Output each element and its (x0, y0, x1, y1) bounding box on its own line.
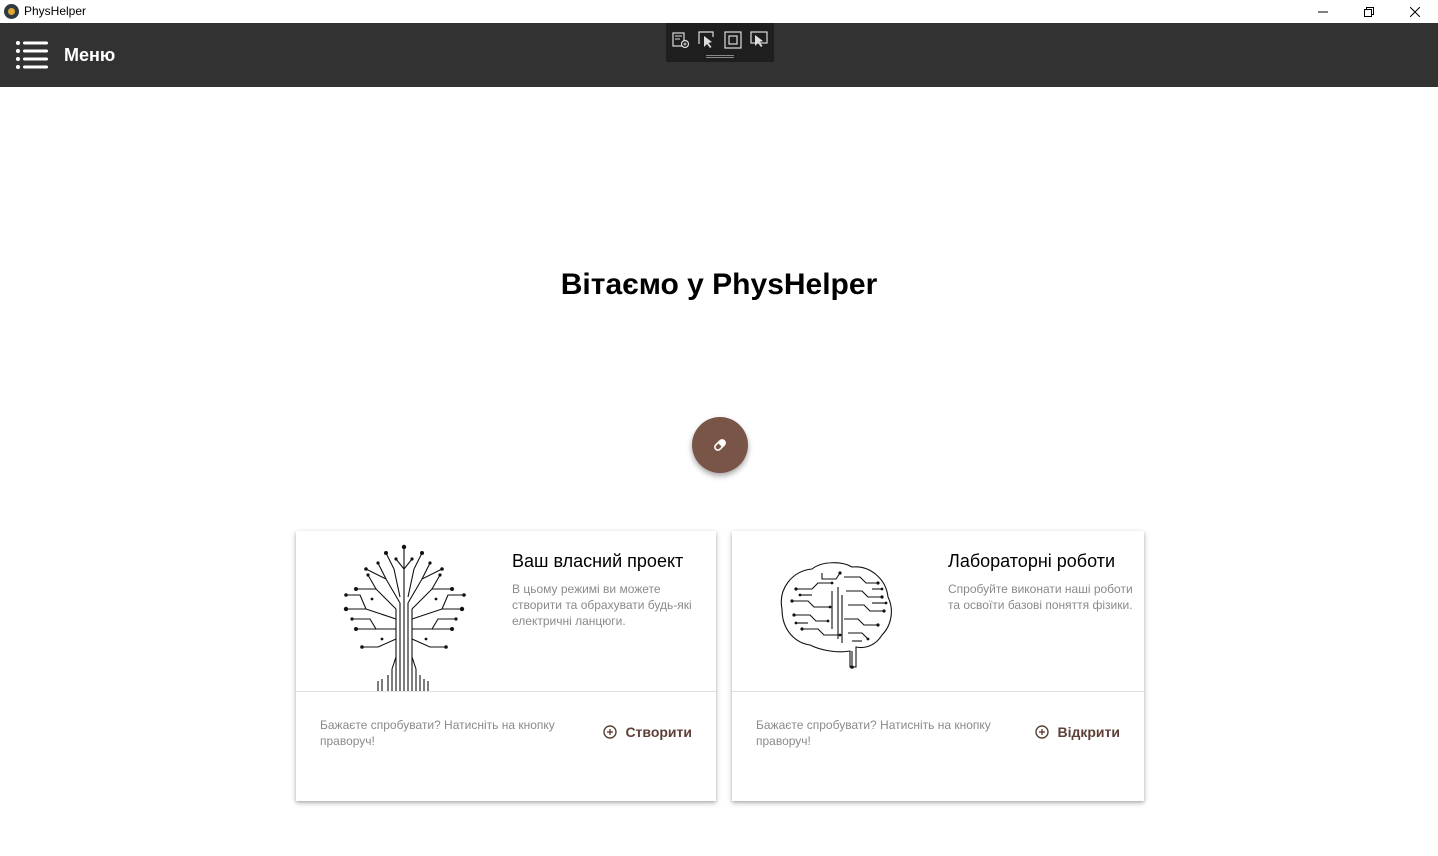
restore-icon (1364, 6, 1374, 17)
display-layout-adorners-button[interactable] (722, 30, 744, 50)
pill-icon (714, 439, 726, 451)
circuit-tree-image (343, 544, 466, 691)
card-divider (732, 691, 1144, 692)
hamburger-menu-icon (16, 41, 48, 69)
minimize-button[interactable] (1300, 0, 1346, 23)
live-visual-tree-button[interactable] (670, 30, 692, 50)
card-title: Лабораторні роботи (948, 551, 1116, 571)
card-own-project: Ваш власний проект В цьому режимі ви мож… (296, 531, 716, 801)
debug-toolbar (666, 23, 774, 62)
close-icon (1410, 6, 1420, 17)
menu-label[interactable]: Меню (64, 45, 115, 66)
open-button-label: Відкрити (1057, 724, 1120, 740)
card-description: Спробуйте виконати наші роботи та освоїт… (948, 582, 1133, 612)
page-title: Вітаємо у PhysHelper (560, 268, 878, 301)
card-description: В цьому режимі ви можете створити та обр… (512, 582, 692, 628)
plus-circle-icon (603, 725, 618, 739)
minimize-icon (1318, 11, 1328, 12)
restore-button[interactable] (1346, 0, 1392, 23)
track-focused-element-button[interactable] (748, 30, 770, 50)
open-button[interactable]: Відкрити (1035, 724, 1120, 740)
card-image (752, 539, 932, 691)
window-title: PhysHelper (24, 4, 87, 18)
create-button[interactable]: Створити (603, 724, 692, 740)
app-logo-icon (4, 4, 19, 19)
live-visual-tree-icon (672, 32, 690, 49)
circuit-brain-image (780, 562, 892, 669)
toolbar-drag-handle[interactable] (706, 55, 734, 58)
card-image (316, 539, 496, 691)
create-button-label: Створити (625, 724, 692, 740)
display-layout-adorners-icon (724, 31, 742, 49)
plus-circle-icon (1035, 725, 1050, 739)
close-button[interactable] (1392, 0, 1438, 23)
card-hint: Бажаєте спробувати? Натисніть на кнопку … (320, 718, 555, 748)
card-title: Ваш власний проект (512, 551, 684, 571)
select-element-button[interactable] (696, 30, 718, 50)
fab-button[interactable] (692, 417, 748, 473)
card-lab-works: Лабораторні роботи Спробуйте виконати на… (732, 531, 1144, 801)
menu-button[interactable] (14, 37, 50, 73)
track-focused-element-icon (750, 31, 768, 47)
card-hint: Бажаєте спробувати? Натисніть на кнопку … (756, 718, 991, 748)
card-divider (296, 691, 716, 692)
select-element-icon (698, 31, 714, 48)
window-titlebar: PhysHelper (0, 0, 1438, 23)
